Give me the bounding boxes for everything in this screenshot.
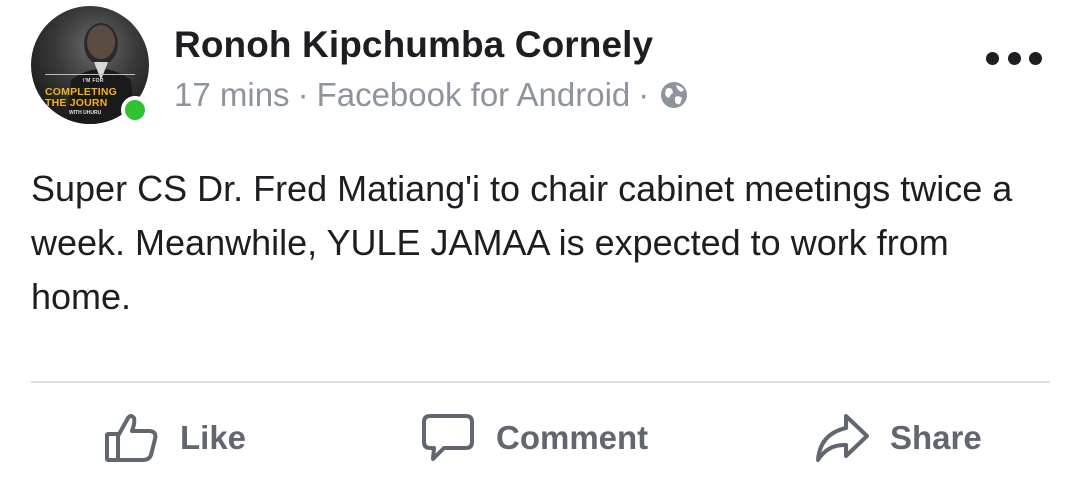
more-options-button[interactable] [986,44,1042,72]
avatar-caption-top: I'M FOR [83,78,104,84]
facebook-post: I'M FOR COMPLETING THE JOURN WITH UHURU … [0,0,1080,491]
comment-bubble-icon [420,410,476,466]
author-avatar-container[interactable]: I'M FOR COMPLETING THE JOURN WITH UHURU [31,6,149,124]
comment-label: Comment [496,419,649,456]
share-label: Share [890,419,982,456]
post-source: Facebook for Android [316,76,631,113]
globe-icon[interactable] [659,80,689,110]
post-timestamp[interactable]: 17 mins [174,76,290,114]
more-dot-icon [986,51,999,65]
online-status-indicator [121,96,149,124]
meta-separator: · [297,76,309,113]
more-dot-icon [1007,51,1021,65]
comment-button[interactable]: Comment [420,408,648,468]
like-button[interactable]: Like [104,408,246,468]
actions-divider [31,381,1050,383]
post-text: Super CS Dr. Fred Matiang'i to chair cab… [31,168,1013,317]
more-dot-icon [1029,51,1042,65]
share-arrow-icon [814,412,870,464]
meta-separator: · [638,76,650,113]
like-label: Like [180,419,247,456]
author-name[interactable]: Ronoh Kipchumba Cornely [174,24,653,66]
share-button[interactable]: Share [814,408,982,468]
thumbs-up-icon [104,412,160,464]
post-meta: 17 mins · Facebook for Android · [174,76,689,114]
